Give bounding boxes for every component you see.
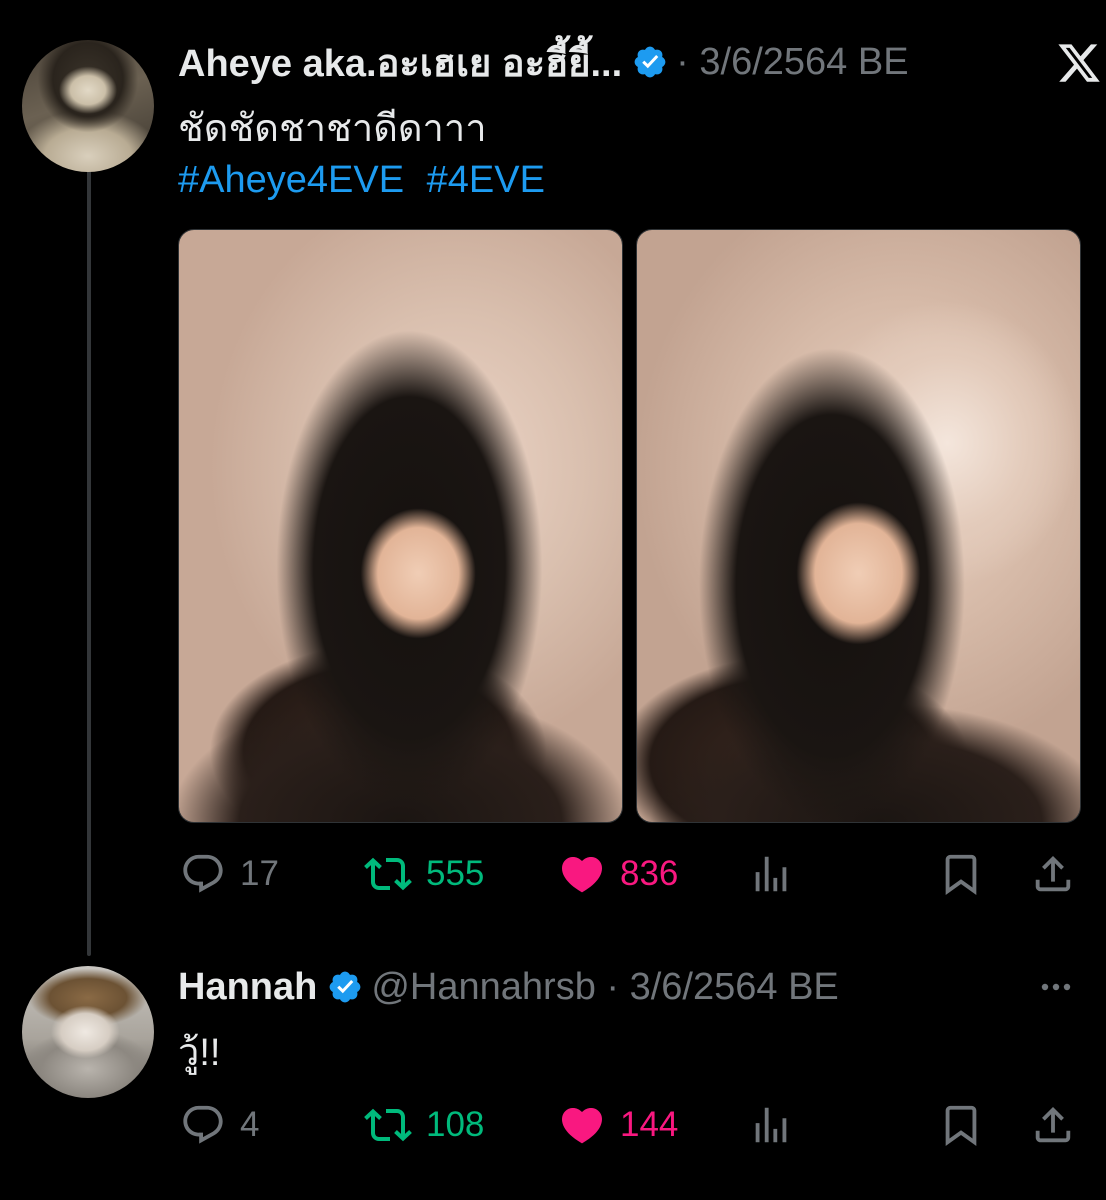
retweet-button[interactable]: 555 (364, 849, 484, 899)
tweet-text: ชัดชัดชาชาดีดาาา (178, 108, 487, 150)
handle-and-timestamp[interactable]: @Hannahrsb · 3/6/2564 BE (371, 966, 838, 1009)
share-icon (1035, 855, 1071, 892)
views-button[interactable] (748, 849, 794, 899)
reply-count: 4 (240, 1105, 260, 1144)
reply-button[interactable]: 4 (180, 1100, 259, 1150)
more-icon[interactable] (1036, 972, 1076, 1002)
tweet-header: Hannah @Hannahrsb · 3/6/2564 BE (178, 962, 839, 1012)
like-count: 144 (620, 1105, 679, 1144)
retweet-count: 108 (426, 1105, 485, 1144)
retweet-icon (364, 1108, 412, 1142)
verified-badge-icon (327, 969, 363, 1005)
bookmark-icon (945, 1105, 977, 1146)
avatar[interactable] (22, 40, 154, 172)
display-name[interactable]: Hannah (178, 966, 317, 1009)
like-icon (561, 857, 603, 893)
bookmark-button[interactable] (938, 849, 984, 899)
like-button[interactable]: 836 (558, 849, 678, 899)
retweet-button[interactable]: 108 (364, 1100, 484, 1150)
views-icon (755, 1107, 787, 1143)
display-name[interactable]: Aheye aka.อะเฮเย อะฮี้ยี้... (178, 32, 622, 93)
bookmark-button[interactable] (938, 1100, 984, 1150)
hashtag-link[interactable]: #4EVE (427, 159, 545, 201)
share-button[interactable] (1030, 849, 1076, 899)
x-logo-icon[interactable] (1056, 40, 1102, 86)
photo-image (637, 230, 1080, 822)
views-button[interactable] (748, 1100, 794, 1150)
tweet-text: วู้!! (178, 1032, 221, 1074)
avatar[interactable] (22, 966, 154, 1098)
tweet-action-bar: 17 555 836 (0, 849, 1106, 899)
share-icon (1035, 1106, 1071, 1143)
like-button[interactable]: 144 (558, 1100, 678, 1150)
bookmark-icon (945, 854, 977, 895)
reply-icon (183, 1105, 223, 1144)
tweet-action-bar: 4 108 144 (0, 1100, 1106, 1150)
retweet-icon (364, 857, 412, 891)
reply-icon (183, 854, 223, 893)
share-button[interactable] (1030, 1100, 1076, 1150)
tweet-header: Aheye aka.อะเฮเย อะฮี้ยี้... · 3/6/2564 … (178, 37, 909, 87)
tweet-timestamp[interactable]: · 3/6/2564 BE (676, 41, 908, 84)
tweet-photo[interactable] (178, 229, 623, 823)
tweet-photo[interactable] (636, 229, 1081, 823)
tweet-thread: Aheye aka.อะเฮเย อะฮี้ยี้... · 3/6/2564 … (0, 0, 1106, 1200)
like-count: 836 (620, 854, 679, 893)
reply-button[interactable]: 17 (180, 849, 279, 899)
thread-connector-line (87, 170, 91, 956)
hashtag-link[interactable]: #Aheye4EVE (178, 159, 404, 201)
verified-badge-icon (632, 44, 668, 80)
retweet-count: 555 (426, 854, 485, 893)
photo-image (179, 230, 622, 822)
hashtag-list: #Aheye4EVE #4EVE (178, 155, 557, 205)
views-icon (755, 856, 787, 892)
reply-count: 17 (240, 854, 279, 893)
like-icon (561, 1108, 603, 1144)
